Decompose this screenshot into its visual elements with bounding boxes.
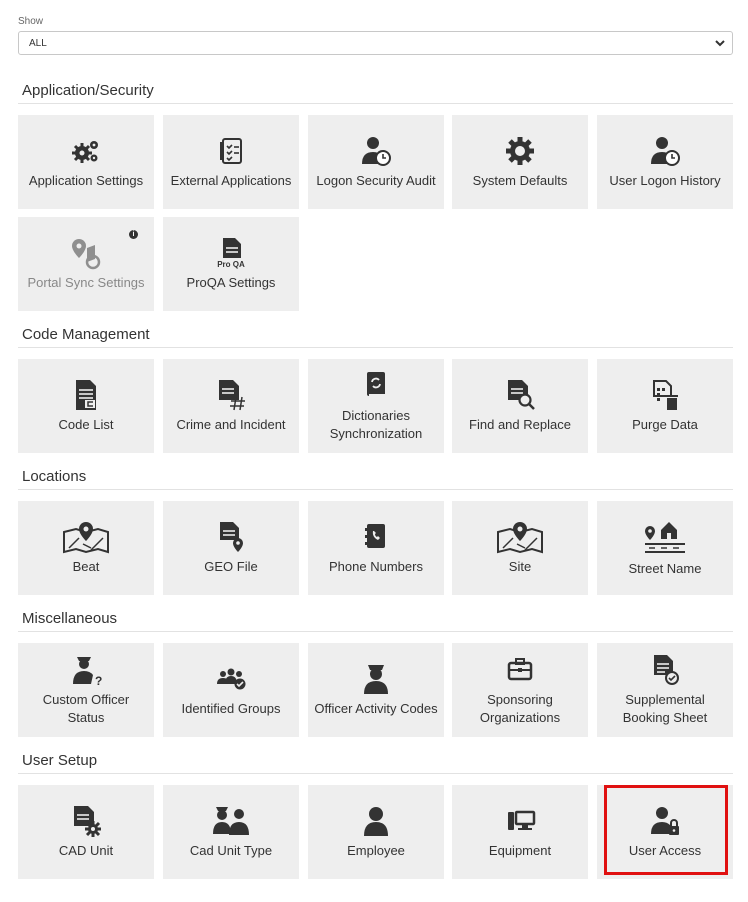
tile-label: User Logon History (609, 173, 721, 188)
gears-icon (72, 141, 98, 163)
tile-label: Portal Sync Settings (27, 275, 145, 290)
tile-cad-unit-type[interactable]: Cad Unit Type (163, 785, 299, 879)
tile-label: Phone Numbers (329, 559, 423, 574)
tile-label: External Applications (170, 173, 292, 188)
tile-equipment[interactable]: Equipment (452, 785, 588, 879)
tile-label: User Access (628, 843, 702, 858)
document-pin-icon (220, 522, 243, 552)
section-title-application-security: Application/Security (22, 82, 154, 99)
tile-label: Logon Security Audit (316, 173, 436, 188)
gear-icon (506, 137, 534, 165)
svg-text:Pro QA: Pro QA (217, 260, 245, 269)
document-check-icon (654, 655, 679, 685)
tile-label: Code List (58, 417, 114, 432)
tile-application-settings[interactable]: Application Settings (18, 115, 154, 209)
tile-find-and-replace[interactable]: Find and Replace (452, 359, 588, 453)
officer-icon (364, 665, 388, 694)
section-divider (18, 773, 733, 774)
section-divider (18, 631, 733, 632)
tile-purge-data[interactable]: Purge Data (597, 359, 733, 453)
tile-identified-groups[interactable]: Identified Groups (163, 643, 299, 737)
proqa-document-icon: Pro QA (217, 238, 245, 269)
tile-beat[interactable]: Beat (18, 501, 154, 595)
section-divider (18, 489, 733, 490)
section-title-locations: Locations (22, 468, 87, 485)
user-clock-icon (651, 137, 680, 166)
map-sync-icon (72, 239, 101, 270)
tile-label: System Defaults (472, 173, 568, 188)
tile-label: Cad Unit Type (189, 843, 273, 858)
tile-employee[interactable]: Employee (308, 785, 444, 879)
user-clock-icon (362, 137, 391, 166)
user-icon (364, 807, 388, 836)
tile-label: Find and Replace (469, 417, 571, 432)
document-search-icon (508, 380, 535, 410)
tile-label: Crime and Incident (176, 417, 286, 432)
checklist-document-icon (220, 138, 242, 164)
tile-label: Site (508, 559, 532, 574)
map-pin-icon (63, 522, 109, 554)
info-icon[interactable]: i (129, 230, 138, 239)
tile-label: Custom Officer Status (42, 692, 130, 725)
tile-street-name[interactable]: Street Name (597, 501, 733, 595)
show-select-value: ALL (29, 38, 47, 49)
document-gear-icon (74, 806, 101, 837)
map-pin-icon (497, 522, 543, 554)
officers-icon (213, 807, 249, 835)
tile-custom-officer-status[interactable]: ? Custom Officer Status (18, 643, 154, 737)
user-lock-icon (651, 807, 679, 835)
tile-site[interactable]: Site (452, 501, 588, 595)
tile-label: Employee (347, 843, 405, 858)
tile-label: Supplemental Booking Sheet (622, 692, 708, 725)
tile-portal-sync-settings[interactable]: i Portal Sync Settings (18, 217, 154, 311)
tile-label: Purge Data (632, 417, 698, 432)
section-title-miscellaneous: Miscellaneous (22, 610, 118, 627)
section-title-code-management: Code Management (22, 326, 150, 343)
tile-proqa-settings[interactable]: Pro QA ProQA Settings (163, 217, 299, 311)
street-house-icon (645, 522, 685, 553)
tile-label: GEO File (204, 559, 258, 574)
officer-question-icon: ? (73, 657, 102, 687)
briefcase-icon (507, 658, 533, 681)
tile-code-list[interactable]: Code List (18, 359, 154, 453)
tile-label: Street Name (628, 561, 702, 576)
tile-supplemental-booking-sheet[interactable]: Supplemental Booking Sheet (597, 643, 733, 737)
document-list-icon (76, 380, 96, 410)
tile-label: Beat (72, 559, 100, 574)
tile-crime-and-incident[interactable]: Crime and Incident (163, 359, 299, 453)
tile-sponsoring-organizations[interactable]: Sponsoring Organizations (452, 643, 588, 737)
section-divider (18, 103, 733, 104)
section-title-user-setup: User Setup (22, 752, 98, 769)
tile-label: ProQA Settings (186, 275, 276, 290)
book-sync-icon (367, 372, 385, 397)
tile-geo-file[interactable]: GEO File (163, 501, 299, 595)
tile-label: Identified Groups (181, 701, 281, 716)
computer-icon (508, 810, 536, 830)
tile-label: Dictionaries Synchronization (329, 408, 423, 441)
tile-label: Application Settings (28, 173, 144, 188)
document-trash-icon (653, 380, 678, 410)
tile-external-applications[interactable]: External Applications (163, 115, 299, 209)
section-divider (18, 347, 733, 348)
tile-label: Equipment (488, 843, 552, 858)
tile-system-defaults[interactable]: System Defaults (452, 115, 588, 209)
tile-user-logon-history[interactable]: User Logon History (597, 115, 733, 209)
show-label: Show (18, 16, 44, 27)
tile-phone-numbers[interactable]: Phone Numbers (308, 501, 444, 595)
tile-officer-activity-codes[interactable]: Officer Activity Codes (308, 643, 444, 737)
tile-logon-security-audit[interactable]: Logon Security Audit (308, 115, 444, 209)
tile-label: Officer Activity Codes (314, 701, 438, 716)
document-hashtag-icon (219, 380, 245, 411)
tile-label: CAD Unit (58, 843, 114, 858)
tile-label: Sponsoring Organizations (479, 692, 561, 725)
chevron-down-icon (715, 40, 725, 47)
phone-book-icon (365, 524, 385, 548)
tile-cad-unit[interactable]: CAD Unit (18, 785, 154, 879)
tile-user-access[interactable]: User Access (597, 785, 733, 879)
group-check-icon (217, 668, 246, 690)
svg-text:?: ? (95, 674, 102, 687)
tile-dictionaries-synchronization[interactable]: Dictionaries Synchronization (308, 359, 444, 453)
show-select[interactable]: ALL (18, 31, 733, 55)
